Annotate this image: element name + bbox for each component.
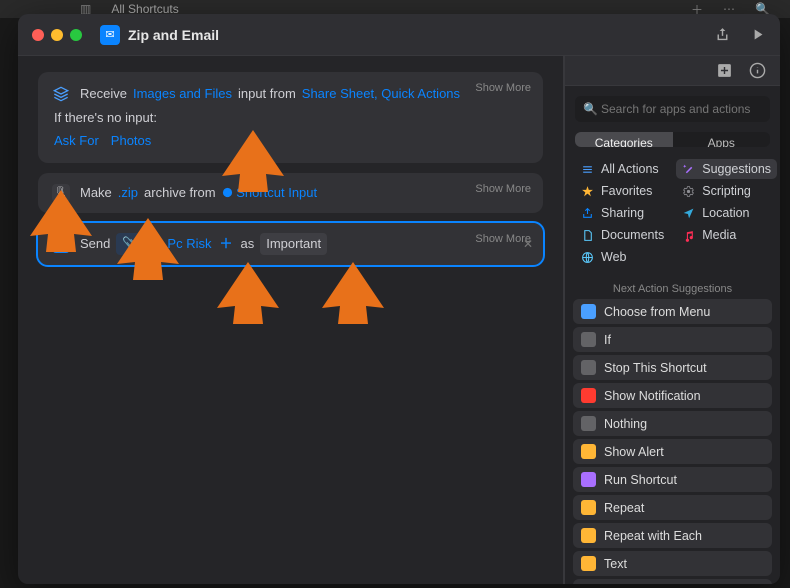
categories-tab[interactable]: Categories bbox=[575, 132, 673, 147]
minimize-window-button[interactable] bbox=[51, 29, 63, 41]
suggestion-item[interactable]: Nothing bbox=[573, 411, 772, 436]
category-favorites[interactable]: Favorites bbox=[575, 181, 670, 201]
suggestions-header: Next Action Suggestions bbox=[565, 277, 780, 299]
annotation-arrow bbox=[113, 214, 183, 284]
suggestion-item[interactable]: Show Notification bbox=[573, 383, 772, 408]
format-param[interactable]: .zip bbox=[118, 183, 138, 203]
ask-for-param[interactable]: Ask For bbox=[54, 131, 99, 151]
suggestion-item[interactable]: Repeat with Each bbox=[573, 523, 772, 548]
show-more-button[interactable]: Show More bbox=[475, 183, 531, 195]
receive-types-param[interactable]: Images and Files bbox=[133, 84, 232, 104]
info-icon[interactable] bbox=[749, 62, 766, 79]
titlebar: ✉ Zip and Email bbox=[18, 14, 780, 56]
suggestion-item[interactable]: Choose from Menu bbox=[573, 299, 772, 324]
annotation-arrow bbox=[213, 258, 283, 328]
suggestion-item[interactable]: If bbox=[573, 327, 772, 352]
category-all-actions[interactable]: All Actions bbox=[575, 159, 670, 179]
sidebar-toolbar bbox=[565, 56, 780, 86]
receive-action-card[interactable]: Show More Receive Images and Files input… bbox=[38, 72, 543, 163]
add-to-library-icon[interactable] bbox=[716, 62, 733, 79]
archive-from-label: archive from bbox=[144, 183, 216, 203]
annotation-arrow bbox=[26, 186, 96, 256]
receive-icon bbox=[52, 85, 70, 103]
category-web[interactable]: Web bbox=[575, 247, 670, 267]
annotation-arrow bbox=[318, 258, 388, 328]
suggestion-item[interactable]: Send Email bbox=[573, 579, 772, 584]
receive-sources-param[interactable]: Share Sheet, Quick Actions bbox=[302, 84, 460, 104]
category-suggestions[interactable]: Suggestions bbox=[676, 159, 777, 179]
window-controls[interactable] bbox=[32, 29, 82, 41]
remove-action-button[interactable]: ✕ bbox=[523, 237, 533, 251]
search-icon: 🔍 bbox=[583, 102, 598, 116]
action-editor: Show More Receive Images and Files input… bbox=[18, 56, 564, 584]
category-media[interactable]: Media bbox=[676, 225, 777, 245]
library-segmented-control[interactable]: Categories Apps bbox=[575, 132, 770, 147]
close-window-button[interactable] bbox=[32, 29, 44, 41]
share-icon[interactable] bbox=[714, 26, 731, 43]
annotation-arrow bbox=[218, 126, 288, 196]
suggestion-item[interactable]: Run Shortcut bbox=[573, 467, 772, 492]
category-scripting[interactable]: Scripting bbox=[676, 181, 777, 201]
library-sidebar: 🔍 Categories Apps All Actions Suggestions… bbox=[564, 56, 780, 584]
apps-tab[interactable]: Apps bbox=[673, 132, 771, 147]
no-input-label: If there's no input: bbox=[52, 110, 529, 125]
show-more-button[interactable]: Show More bbox=[475, 82, 531, 94]
library-search-input[interactable] bbox=[575, 96, 770, 122]
category-grid: All Actions Suggestions Favorites Scripting… bbox=[565, 155, 780, 277]
shortcut-editor-window: ✉ Zip and Email Show More Receive Images… bbox=[18, 14, 780, 584]
suggestion-item[interactable]: Stop This Shortcut bbox=[573, 355, 772, 380]
subject-param[interactable]: Important bbox=[260, 233, 327, 255]
category-sharing[interactable]: Sharing bbox=[575, 203, 670, 223]
make-archive-action-card[interactable]: Show More 🗜 Make .zip archive from Short… bbox=[38, 173, 543, 213]
run-icon[interactable] bbox=[749, 26, 766, 43]
shortcut-icon: ✉ bbox=[100, 25, 120, 45]
photos-param[interactable]: Photos bbox=[111, 131, 151, 151]
suggestions-list: Choose from Menu If Stop This Shortcut Show… bbox=[565, 299, 780, 584]
input-from-label: input from bbox=[238, 84, 296, 104]
shortcut-title[interactable]: Zip and Email bbox=[128, 27, 219, 43]
category-documents[interactable]: Documents bbox=[575, 225, 670, 245]
receive-label: Receive bbox=[80, 84, 127, 104]
suggestion-item[interactable]: Show Alert bbox=[573, 439, 772, 464]
as-label: as bbox=[240, 234, 254, 254]
zoom-window-button[interactable] bbox=[70, 29, 82, 41]
category-location[interactable]: Location bbox=[676, 203, 777, 223]
suggestion-item[interactable]: Text bbox=[573, 551, 772, 576]
add-recipient-button[interactable]: ＋ bbox=[217, 234, 234, 254]
suggestion-item[interactable]: Repeat bbox=[573, 495, 772, 520]
